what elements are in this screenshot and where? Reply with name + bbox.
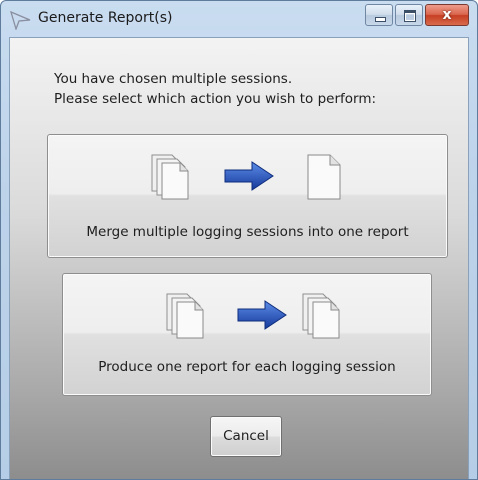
instruction-line-1: You have chosen multiple sessions. [54,71,293,87]
multiple-documents-icon [166,293,204,339]
right-arrow-icon [224,161,274,191]
close-button[interactable]: x [425,4,469,26]
cancel-button[interactable]: Cancel [210,416,282,457]
instruction-text: You have chosen multiple sessions. Pleas… [54,69,376,109]
minimize-icon [375,17,386,22]
multiple-documents-icon [151,154,189,200]
maximize-button[interactable] [395,4,423,26]
window-title: Generate Report(s) [38,10,173,26]
report-per-session-label: Produce one report for each logging sess… [98,359,396,375]
minimize-button[interactable] [365,4,393,26]
single-document-icon [307,154,341,200]
close-icon: x [442,7,452,23]
right-arrow-icon [237,300,287,330]
title-bar[interactable]: Generate Report(s) x [1,1,477,37]
report-per-session-button[interactable]: Produce one report for each logging sess… [62,273,432,396]
multiple-documents-icon [302,293,340,339]
merge-sessions-label: Merge multiple logging sessions into one… [86,224,409,240]
maximize-icon [404,10,416,22]
instruction-line-2: Please select which action you wish to p… [54,91,377,107]
merge-sessions-button[interactable]: Merge multiple logging sessions into one… [47,134,448,258]
generate-report-dialog: Generate Report(s) x You have chosen mul… [0,0,478,480]
app-icon [10,10,31,30]
caption-buttons: x [365,4,469,26]
